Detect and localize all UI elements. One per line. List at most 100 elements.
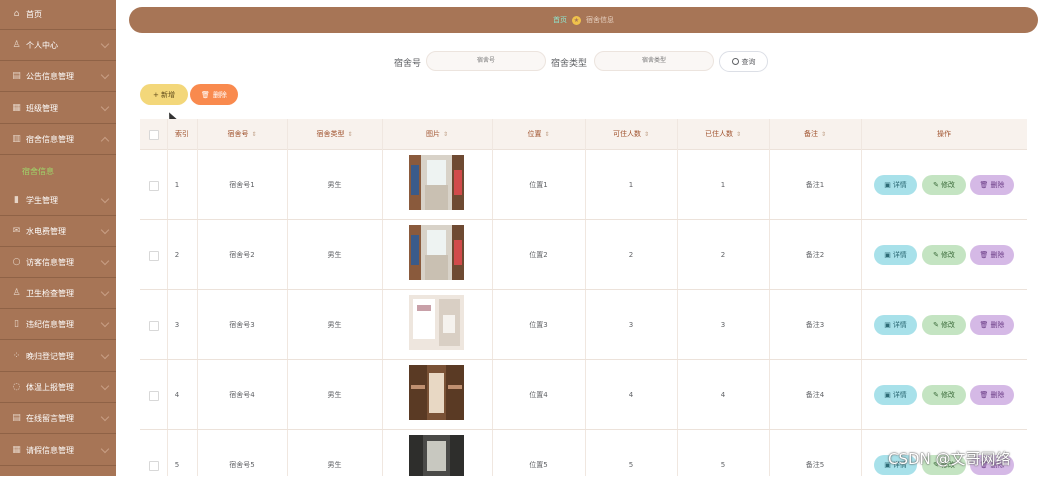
- delete-button[interactable]: 🗑 删除: [970, 175, 1014, 195]
- detail-button[interactable]: ▣ 详情: [874, 385, 917, 405]
- dorm-icon: ▥: [12, 134, 21, 144]
- delete-button[interactable]: 🗑 删除: [970, 385, 1014, 405]
- chevron-down-icon: [100, 39, 110, 49]
- class-icon: ▦: [12, 103, 21, 113]
- watermark: CSDN @文哥网络: [888, 450, 1011, 468]
- row-checkbox[interactable]: [149, 391, 159, 401]
- detail-button[interactable]: ▣ 详情: [874, 175, 917, 195]
- cell-location: 位置3: [529, 321, 548, 329]
- sidebar-item-notice[interactable]: ▤ 公告信息管理: [0, 62, 116, 92]
- sidebar-item-class[interactable]: ▦ 班级管理: [0, 94, 116, 124]
- col-header-text: 位置: [527, 130, 542, 138]
- chevron-down-icon: [100, 381, 110, 391]
- breadcrumb-home[interactable]: 首页: [553, 15, 567, 25]
- trash-icon: 🗑: [201, 90, 210, 99]
- edit-button[interactable]: ✎ 修改: [922, 175, 966, 195]
- cell-location: 位置4: [529, 391, 548, 399]
- dorm-photo[interactable]: [409, 295, 464, 350]
- cell-remark: 备注5: [805, 461, 825, 469]
- detail-button[interactable]: ▣ 详情: [874, 315, 917, 335]
- col-header-capacity[interactable]: 可住人数 ⇕: [585, 119, 677, 149]
- user-icon: ♙: [12, 40, 21, 50]
- row-checkbox[interactable]: [149, 321, 159, 331]
- leave-icon: ▦: [12, 445, 21, 455]
- sidebar-item-utility[interactable]: ✉ 水电费管理: [0, 217, 116, 247]
- col-header-text: 图片: [425, 130, 440, 138]
- cell-occupied: 4: [720, 391, 726, 399]
- chevron-down-icon: [100, 350, 110, 360]
- violation-icon: ▯: [14, 319, 19, 329]
- edit-button[interactable]: ✎ 修改: [922, 315, 966, 335]
- sidebar-item-personal-center[interactable]: ♙ 个人中心: [0, 31, 116, 61]
- sidebar-item-label: 体温上报管理: [26, 383, 74, 392]
- cell-remark: 备注1: [805, 181, 825, 189]
- row-checkbox[interactable]: [149, 461, 159, 471]
- sidebar-subitem-dorm-info[interactable]: 宿舍信息: [0, 156, 116, 186]
- dorm-photo[interactable]: [409, 155, 464, 210]
- select-all-checkbox[interactable]: [149, 130, 159, 140]
- col-header-remark[interactable]: 备注 ⇕: [769, 119, 861, 149]
- dorm-photo[interactable]: [409, 365, 464, 420]
- col-header-location[interactable]: 位置 ⇕: [492, 119, 585, 149]
- col-header-dorm-type[interactable]: 宿舍类型 ⇕: [287, 119, 382, 149]
- row-checkbox[interactable]: [149, 181, 159, 191]
- detail-button[interactable]: ▣ 详情: [874, 245, 917, 265]
- dorm-photo[interactable]: [409, 225, 464, 280]
- sidebar-item-leave[interactable]: ▦ 请假信息管理: [0, 436, 116, 466]
- sort-icon: ⇕: [442, 131, 449, 138]
- trash-icon: 🗑: [979, 321, 989, 329]
- sidebar-item-message[interactable]: ▤ 在线留言管理: [0, 404, 116, 434]
- row-checkbox[interactable]: [149, 251, 159, 261]
- sidebar-item-violation[interactable]: ▯ 违纪信息管理: [0, 310, 116, 340]
- batch-delete-button-label: 删除: [212, 90, 227, 99]
- col-header-text: 可住人数: [612, 130, 641, 138]
- col-header-text: 已住人数: [704, 130, 733, 138]
- search-icon: [731, 58, 739, 65]
- query-button[interactable]: 查询: [719, 51, 768, 72]
- sidebar-item-student[interactable]: ▮ 学生管理: [0, 186, 116, 216]
- sidebar: ⌂ 首页 ♙ 个人中心 ▤ 公告信息管理 ▦ 班级管理 ▥ 宿舍信息管理 宿舍信…: [0, 0, 116, 476]
- cell-dorm-no: 宿舍号5: [229, 461, 255, 469]
- detail-label: 详情: [892, 181, 907, 189]
- dorm-photo[interactable]: [409, 435, 464, 476]
- sidebar-item-label: 首页: [26, 10, 42, 19]
- sidebar-item-visitor[interactable]: ○ 访客信息管理: [0, 248, 116, 278]
- sidebar-item-home[interactable]: ⌂ 首页: [0, 0, 116, 30]
- sidebar-item-hygiene[interactable]: ♙ 卫生检查管理: [0, 279, 116, 309]
- trash-icon: 🗑: [979, 251, 989, 259]
- chevron-down-icon: [100, 287, 110, 297]
- col-header-dorm-no[interactable]: 宿舍号 ⇕: [197, 119, 287, 149]
- edit-icon: ✎: [933, 321, 939, 329]
- col-header-actions: 操作: [937, 130, 951, 138]
- add-button[interactable]: + 新增: [140, 84, 188, 105]
- dorm-type-input[interactable]: [594, 51, 714, 71]
- sidebar-item-dorm[interactable]: ▥ 宿舍信息管理: [0, 125, 116, 155]
- chevron-down-icon: [100, 444, 110, 454]
- delete-button[interactable]: 🗑 删除: [970, 245, 1014, 265]
- cell-dorm-no: 宿舍号1: [229, 181, 255, 189]
- dorm-no-input[interactable]: [426, 51, 546, 71]
- sidebar-item-label: 宿舍信息管理: [26, 135, 74, 144]
- chevron-down-icon: [100, 318, 110, 328]
- cell-dorm-no: 宿舍号2: [229, 251, 255, 259]
- col-header-photo[interactable]: 图片 ⇕: [382, 119, 492, 149]
- delete-button[interactable]: 🗑 删除: [970, 315, 1014, 335]
- trash-icon: 🗑: [979, 181, 989, 189]
- cell-location: 位置1: [529, 181, 548, 189]
- home-icon: ⌂: [13, 9, 20, 19]
- edit-button[interactable]: ✎ 修改: [922, 245, 966, 265]
- sidebar-item-temperature[interactable]: ◌ 体温上报管理: [0, 373, 116, 403]
- col-header-occupied[interactable]: 已住人数 ⇕: [677, 119, 769, 149]
- sidebar-item-late-return[interactable]: ⁘ 晚归登记管理: [0, 342, 116, 372]
- sidebar-item-label: 个人中心: [26, 41, 58, 50]
- cell-capacity: 3: [628, 321, 634, 329]
- edit-button[interactable]: ✎ 修改: [922, 385, 966, 405]
- col-header-text: 备注: [803, 130, 818, 138]
- sidebar-item-label: 在线留言管理: [26, 414, 74, 423]
- cell-dorm-no: 宿舍号4: [229, 391, 255, 399]
- query-button-label: 查询: [741, 57, 756, 66]
- batch-delete-button[interactable]: 🗑 删除: [190, 84, 238, 105]
- message-icon: ▤: [12, 413, 21, 423]
- sort-icon: ⇕: [347, 131, 353, 138]
- notice-icon: ▤: [12, 71, 21, 81]
